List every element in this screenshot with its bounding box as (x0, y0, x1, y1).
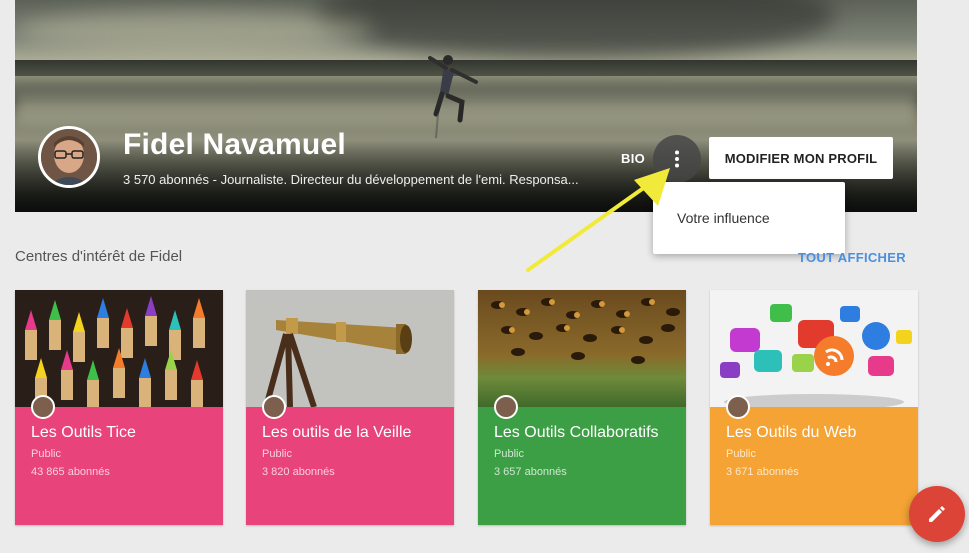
profile-name: Fidel Navamuel (123, 128, 346, 161)
collection-followers: 3 820 abonnés (262, 466, 335, 478)
collection-card-veille[interactable]: Les outils de la Veille Public 3 820 abo… (246, 290, 454, 525)
collection-title: Les Outils du Web (726, 424, 857, 441)
collection-visibility: Public (262, 448, 292, 460)
collection-title: Les Outils Collaboratifs (494, 424, 659, 441)
collection-image-web-icons (710, 290, 918, 407)
collection-card-web[interactable]: Les Outils du Web Public 3 671 abonnés (710, 290, 918, 525)
collection-owner-avatar (726, 395, 750, 419)
collection-visibility: Public (494, 448, 524, 460)
avatar-face (41, 129, 97, 185)
options-menu: Votre influence (653, 182, 845, 254)
collection-card-tice[interactable]: Les Outils Tice Public 43 865 abonnés (15, 290, 223, 525)
collection-card-collaboratifs[interactable]: Les Outils Collaboratifs Public 3 657 ab… (478, 290, 686, 525)
annotation-arrow (526, 168, 670, 272)
collection-image-bees (478, 290, 686, 407)
collection-image-pencils (15, 290, 223, 407)
collection-title: Les Outils Tice (31, 424, 136, 441)
interests-title: Centres d'intérêt de Fidel (15, 248, 183, 265)
show-all-link[interactable]: TOUT AFFICHER (798, 250, 906, 265)
edit-profile-button[interactable]: MODIFIER MON PROFIL (709, 137, 893, 179)
collection-visibility: Public (31, 448, 61, 460)
collection-image-telescope (246, 290, 454, 407)
collection-owner-avatar (31, 395, 55, 419)
create-post-button[interactable] (909, 486, 965, 542)
cover-light (15, 10, 375, 50)
collection-owner-avatar (262, 395, 286, 419)
collection-followers: 3 671 abonnés (726, 466, 799, 478)
collection-owner-avatar (494, 395, 518, 419)
menu-item-influence[interactable]: Votre influence (677, 210, 770, 226)
collection-followers: 43 865 abonnés (31, 466, 110, 478)
profile-avatar[interactable] (38, 126, 100, 188)
pencil-icon (929, 506, 945, 522)
collection-followers: 3 657 abonnés (494, 466, 567, 478)
collection-visibility: Public (726, 448, 756, 460)
collection-title: Les outils de la Veille (262, 424, 412, 441)
cover-cloud (315, 0, 835, 60)
